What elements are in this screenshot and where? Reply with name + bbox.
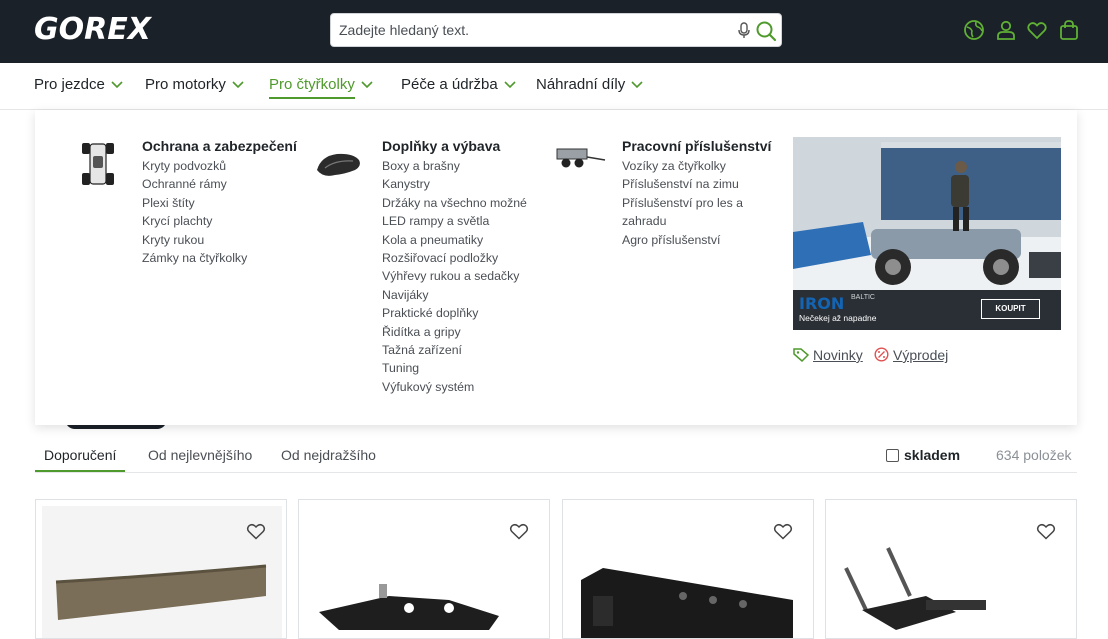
atv-seat-icon (317, 153, 360, 176)
promo-brand-sub: BALTIC (851, 294, 875, 301)
in-stock-checkbox[interactable] (886, 449, 899, 462)
menu-link[interactable]: Držáky na všechno možné (382, 194, 527, 212)
column-list-ochrana: Kryty podvozků Ochranné rámy Plexi štíty… (142, 157, 247, 267)
atv-trailer-icon (556, 148, 606, 168)
in-stock-label[interactable]: skladem (904, 447, 960, 463)
atv-body-icon (82, 143, 114, 185)
column-title-ochrana[interactable]: Ochrana a zabezpečení (142, 138, 297, 154)
heart-icon[interactable] (509, 522, 529, 540)
mic-icon[interactable] (736, 22, 752, 40)
nav-item-pro-motorky[interactable]: Pro motorky (145, 76, 244, 93)
tag-icon (793, 348, 810, 363)
column-title-doplnky[interactable]: Doplňky a výbava (382, 138, 500, 154)
menu-link[interactable]: Vozíky za čtyřkolky (622, 157, 762, 175)
menu-link[interactable]: Boxy a brašny (382, 157, 527, 175)
top-header: GOREX (0, 0, 1108, 63)
menu-link[interactable]: Ochranné rámy (142, 175, 247, 193)
chevron-down-icon (631, 81, 643, 89)
search-box (330, 13, 782, 47)
product-card[interactable] (562, 499, 814, 639)
promo-tagline: Nečekej až napadne (799, 313, 877, 323)
sort-tab-recommended[interactable]: Doporučení (44, 447, 116, 463)
discount-icon (874, 347, 889, 362)
chevron-down-icon (361, 81, 373, 89)
product-card[interactable] (35, 499, 287, 639)
globe-icon[interactable] (963, 19, 985, 41)
menu-link[interactable]: Tuning (382, 359, 527, 377)
new-items-link[interactable]: Novinky (793, 347, 863, 363)
menu-link[interactable]: Krycí plachty (142, 212, 247, 230)
nav-item-nahradni-dily[interactable]: Náhradní díly (536, 76, 643, 93)
promo-bar: IRON BALTIC Nečekej až napadne KOUPIT (793, 290, 1061, 330)
nav-item-pro-ctyrkolky[interactable]: Pro čtyřkolky (269, 76, 373, 99)
nav-item-pece-a-udrzba[interactable]: Péče a údržba (401, 76, 516, 93)
sort-divider (35, 472, 1077, 473)
user-icon[interactable] (995, 19, 1017, 41)
promo-brand: IRON (799, 294, 845, 313)
chevron-down-icon (111, 81, 123, 89)
search-icon[interactable] (755, 20, 777, 42)
heart-icon[interactable] (1026, 19, 1048, 41)
promo-banner[interactable]: IRON BALTIC Nečekej až napadne KOUPIT (793, 137, 1061, 330)
menu-link[interactable]: Praktické doplňky (382, 304, 527, 322)
chevron-down-icon (232, 81, 244, 89)
mega-menu: Ochrana a zabezpečení Kryty podvozků Och… (35, 110, 1077, 425)
product-image (844, 547, 986, 630)
sale-link[interactable]: Výprodej (874, 347, 948, 363)
product-image (42, 506, 282, 638)
nav-item-pro-jezdce[interactable]: Pro jezdce (34, 76, 123, 93)
column-list-pracovni: Vozíky za čtyřkolky Příslušenství na zim… (622, 157, 762, 249)
menu-link[interactable]: Tažná zařízení (382, 341, 527, 359)
menu-link[interactable]: Kryty podvozků (142, 157, 247, 175)
menu-link[interactable]: Kryty rukou (142, 231, 247, 249)
menu-link[interactable]: Rozšiřovací podložky (382, 249, 527, 267)
product-card[interactable] (825, 499, 1077, 639)
menu-link[interactable]: Příslušenství pro les a zahradu (622, 194, 762, 231)
product-image (581, 568, 793, 638)
search-input[interactable] (331, 14, 721, 46)
promo-buy-button[interactable]: KOUPIT (981, 299, 1040, 319)
sort-tab-most-expensive[interactable]: Od nejdražšího (281, 447, 376, 463)
gorex-logo[interactable]: GOREX (34, 12, 151, 47)
main-nav: Pro jezdce Pro motorky Pro čtyřkolky Péč… (0, 63, 1108, 110)
menu-link[interactable]: Plexi štíty (142, 194, 247, 212)
product-card[interactable] (298, 499, 550, 639)
menu-link[interactable]: Výfukový systém (382, 378, 527, 396)
heart-icon[interactable] (1036, 522, 1056, 540)
heart-icon[interactable] (246, 522, 266, 540)
bag-icon[interactable] (1058, 19, 1080, 41)
chevron-down-icon (504, 81, 516, 89)
menu-link[interactable]: Kola a pneumatiky (382, 231, 527, 249)
menu-link[interactable]: Řidítka a gripy (382, 323, 527, 341)
heart-icon[interactable] (773, 522, 793, 540)
product-image (319, 584, 499, 630)
menu-link[interactable]: LED rampy a světla (382, 212, 527, 230)
column-list-doplnky: Boxy a brašny Kanystry Držáky na všechno… (382, 157, 527, 396)
menu-link[interactable]: Kanystry (382, 175, 527, 193)
menu-link[interactable]: Zámky na čtyřkolky (142, 249, 247, 267)
product-count: 634 položek (996, 447, 1072, 463)
menu-link[interactable]: Příslušenství na zimu (622, 175, 762, 193)
menu-link[interactable]: Výhřevy rukou a sedačky (382, 267, 527, 285)
column-title-pracovni[interactable]: Pracovní příslušenství (622, 138, 771, 154)
promo-image (793, 137, 1061, 290)
menu-link[interactable]: Navijáky (382, 286, 527, 304)
menu-link[interactable]: Agro příslušenství (622, 231, 762, 249)
sort-tab-cheapest[interactable]: Od nejlevnějšího (148, 447, 252, 463)
